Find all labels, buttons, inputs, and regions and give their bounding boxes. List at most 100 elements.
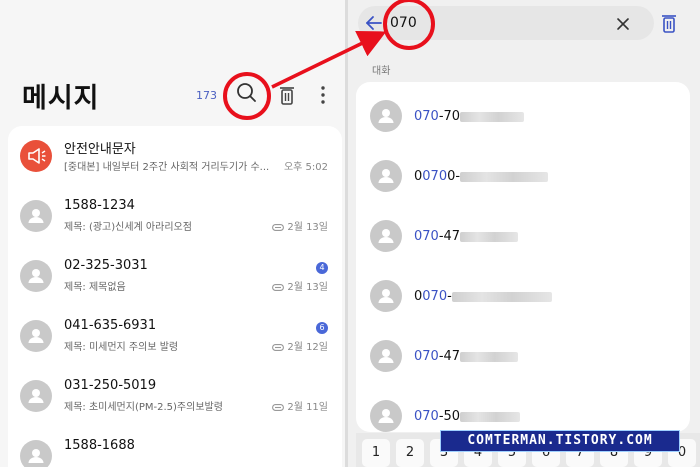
conversation-row[interactable]: 031-250-5019 제목: 초미세먼지(PM-2.5)주의보발령 2월 1… xyxy=(8,366,342,426)
person-icon xyxy=(28,269,44,283)
conversation-time: 2월 11일 xyxy=(287,402,328,413)
clear-search-button[interactable] xyxy=(616,16,630,30)
attachment-icon xyxy=(272,343,285,351)
person-icon xyxy=(28,449,44,463)
delete-button[interactable] xyxy=(278,84,296,106)
search-icon xyxy=(237,83,256,102)
conversation-time-wrap: 2월 13일 xyxy=(272,218,328,233)
unread-badge: 4 xyxy=(316,262,328,274)
redacted-digits xyxy=(460,171,549,182)
attachment-icon xyxy=(272,223,285,231)
contact-avatar xyxy=(370,340,402,372)
conversation-name: 02-325-3031 xyxy=(64,258,148,273)
redacted-digits xyxy=(460,411,521,422)
person-icon xyxy=(28,329,44,343)
attachment-icon xyxy=(272,403,285,411)
number-suffix: -47 xyxy=(438,229,461,244)
person-icon xyxy=(378,349,394,363)
result-number: 070-50 xyxy=(414,409,521,424)
conversation-time-wrap: 2월 12일 xyxy=(272,338,328,353)
back-button[interactable] xyxy=(364,14,384,32)
conversation-time: 2월 12일 xyxy=(287,342,328,353)
trash-icon xyxy=(662,15,676,33)
conversation-row[interactable]: 041-635-6931 제목: 미세먼지 주의보 발령 6 2월 12일 xyxy=(8,306,342,366)
search-result-row[interactable]: 0070- xyxy=(356,266,690,326)
contact-avatar xyxy=(20,440,52,467)
page-title: 메시지 xyxy=(22,83,100,114)
person-icon xyxy=(378,109,394,123)
more-options-button[interactable] xyxy=(315,84,331,106)
number-match: 070 xyxy=(414,349,439,364)
search-input[interactable] xyxy=(390,13,590,33)
number-suffix: -47 xyxy=(438,349,461,364)
person-icon xyxy=(378,169,394,183)
search-result-row[interactable]: 070-70 xyxy=(356,86,690,146)
unread-badge: 6 xyxy=(316,322,328,334)
search-screen: 대화 070-70 00700- 070-47 0070- 070-47 070… xyxy=(348,0,700,467)
key-2[interactable]: 2 xyxy=(396,439,424,467)
watermark: COMTERMAN.TISTORY.COM xyxy=(440,430,680,452)
conversation-row[interactable]: 1588-1688 xyxy=(8,426,342,467)
conversation-name: 031-250-5019 xyxy=(64,378,157,393)
conversation-list: 안전안내문자 [중대본] 내일부터 2주간 사회적 거리두기가 수... 오후 … xyxy=(8,126,342,467)
conversation-name: 1588-1688 xyxy=(64,438,135,453)
search-result-row[interactable]: 070-47 xyxy=(356,326,690,386)
conversation-time: 2월 13일 xyxy=(287,282,328,293)
key-1[interactable]: 1 xyxy=(362,439,390,467)
conversation-preview: 제목: 제목없음 xyxy=(64,282,126,293)
number-suffix: 0- xyxy=(447,169,461,184)
number-match: 070 xyxy=(422,169,448,184)
number-match: 070 xyxy=(414,409,439,424)
person-icon xyxy=(378,409,394,423)
result-number: 070-47 xyxy=(414,349,519,364)
close-icon xyxy=(617,18,629,30)
contact-avatar xyxy=(370,160,402,192)
conversation-time-wrap: 2월 11일 xyxy=(272,398,328,413)
search-result-row[interactable]: 070-50 xyxy=(356,386,690,432)
number-match: 070 xyxy=(414,229,439,244)
search-result-row[interactable]: 070-47 xyxy=(356,206,690,266)
delete-button[interactable] xyxy=(660,12,678,34)
redacted-digits xyxy=(460,111,525,122)
section-label-conversations: 대화 xyxy=(372,66,391,77)
attachment-icon xyxy=(272,283,285,291)
person-icon xyxy=(378,289,394,303)
conversation-row[interactable]: 안전안내문자 [중대본] 내일부터 2주간 사회적 거리두기가 수... 오후 … xyxy=(8,126,342,186)
conversation-row[interactable]: 02-325-3031 제목: 제목없음 4 2월 13일 xyxy=(8,246,342,306)
arrow-left-icon xyxy=(366,16,382,30)
person-icon xyxy=(378,229,394,243)
conversation-time: 2월 13일 xyxy=(287,222,328,233)
contact-avatar xyxy=(20,200,52,232)
contact-avatar xyxy=(20,260,52,292)
redacted-digits xyxy=(451,291,552,302)
message-count: 173 xyxy=(196,89,217,102)
number-match: 070 xyxy=(422,289,448,304)
number-match: 070 xyxy=(414,109,439,124)
contact-avatar xyxy=(370,100,402,132)
conversation-time: 오후 5:02 xyxy=(283,162,328,173)
result-number: 0070- xyxy=(414,289,552,304)
conversation-row[interactable]: 1588-1234 제목: (광고)신세계 아라리오점 2월 13일 xyxy=(8,186,342,246)
result-number: 00700- xyxy=(414,169,549,184)
conversation-name: 안전안내문자 xyxy=(64,142,136,157)
search-button[interactable] xyxy=(234,80,260,106)
conversation-preview: [중대본] 내일부터 2주간 사회적 거리두기가 수... xyxy=(64,162,270,173)
conversation-time-wrap: 2월 13일 xyxy=(272,278,328,293)
contact-avatar xyxy=(370,400,402,432)
result-number: 070-70 xyxy=(414,109,525,124)
search-result-row[interactable]: 00700- xyxy=(356,146,690,206)
megaphone-icon xyxy=(28,148,46,164)
search-results-list: 070-70 00700- 070-47 0070- 070-47 070-50 xyxy=(356,82,690,432)
contact-avatar xyxy=(370,280,402,312)
conversation-preview: 제목: 초미세먼지(PM-2.5)주의보발령 xyxy=(64,402,223,413)
redacted-digits xyxy=(460,351,519,362)
alert-avatar xyxy=(20,140,52,172)
messages-list-screen: 메시지 173 안전안내문자 [중대본] 내일부터 2주간 사회적 거리두기가 … xyxy=(0,0,345,467)
trash-icon xyxy=(280,87,294,105)
more-vertical-icon xyxy=(321,86,325,104)
contact-avatar xyxy=(20,320,52,352)
conversation-preview: 제목: (광고)신세계 아라리오점 xyxy=(64,222,192,233)
person-icon xyxy=(28,389,44,403)
number-suffix: -70 xyxy=(438,109,461,124)
conversation-name: 1588-1234 xyxy=(64,198,135,213)
